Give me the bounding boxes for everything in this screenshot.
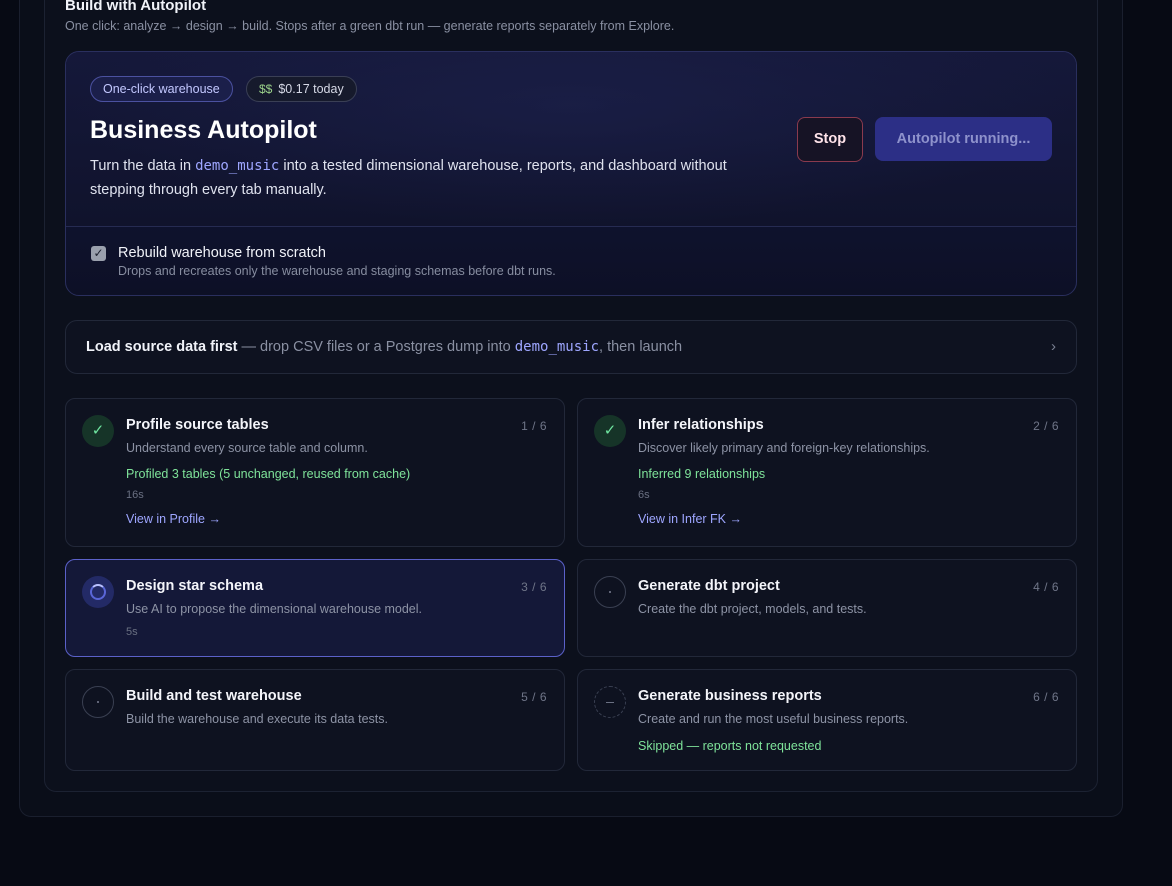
- step-title: Infer relationships: [638, 417, 764, 433]
- step-count: 4 / 6: [1033, 580, 1059, 594]
- database-name: demo_music: [195, 158, 280, 174]
- load-database-name: demo_music: [514, 339, 600, 355]
- step-title: Build and test warehouse: [126, 688, 302, 704]
- cost-pill: $$ $0.17 today: [246, 76, 357, 102]
- step-result: Profiled 3 tables (5 unchanged, reused f…: [126, 467, 411, 481]
- step-title: Generate dbt project: [638, 578, 780, 594]
- step-count: 5 / 6: [521, 690, 547, 704]
- step-duration: 5s: [126, 626, 138, 638]
- step-result: Skipped — reports not requested: [638, 739, 822, 753]
- step-description: Create the dbt project, models, and test…: [638, 602, 867, 616]
- step-result: Inferred 9 relationships: [638, 467, 766, 481]
- step-count: 2 / 6: [1033, 419, 1059, 433]
- step-duration: 16s: [126, 489, 144, 501]
- chevron-right-icon: ›: [1051, 338, 1056, 355]
- pending-icon: [594, 576, 626, 608]
- stop-button[interactable]: Stop: [797, 117, 863, 162]
- pending-icon: [82, 686, 114, 718]
- step-count: 1 / 6: [521, 419, 547, 433]
- step-card-design: Design star schema 3 / 6 Use AI to propo…: [65, 559, 565, 657]
- load-source-bar[interactable]: Load source data first — drop CSV files …: [65, 320, 1077, 374]
- step-card-infer: ✓ Infer relationships 2 / 6 Discover lik…: [577, 398, 1077, 547]
- hero-description: Turn the data in demo_music into a teste…: [90, 154, 750, 202]
- autopilot-running-button[interactable]: Autopilot running...: [875, 117, 1052, 161]
- section-title: Build with Autopilot: [65, 0, 207, 14]
- cost-label: $0.17 today: [278, 82, 344, 96]
- load-strong: Load source data first: [86, 339, 238, 355]
- load-after: , then launch: [599, 339, 683, 355]
- step-description: Discover likely primary and foreign-key …: [638, 441, 930, 455]
- mode-pill: One-click warehouse: [90, 76, 233, 102]
- rebuild-label[interactable]: Rebuild warehouse from scratch: [118, 245, 326, 261]
- step-count: 6 / 6: [1033, 690, 1059, 704]
- autopilot-hero-card: One-click warehouse $$ $0.17 today Busine…: [65, 51, 1077, 296]
- step-title: Generate business reports: [638, 688, 822, 704]
- step-count: 3 / 6: [521, 580, 547, 594]
- rebuild-checkbox[interactable]: ✓: [91, 246, 106, 261]
- load-source-text: Load source data first — drop CSV files …: [86, 339, 682, 355]
- hero-title: Business Autopilot: [90, 116, 317, 144]
- spinner-icon: [82, 576, 114, 608]
- load-before: — drop CSV files or a Postgres dump into: [237, 339, 515, 355]
- step-title: Profile source tables: [126, 417, 269, 433]
- check-icon: ✓: [594, 415, 626, 447]
- money-icon: $$: [259, 82, 273, 96]
- skipped-icon: [594, 686, 626, 718]
- view-in-profile-link[interactable]: View in Profile →: [126, 512, 221, 526]
- step-description: Build the warehouse and execute its data…: [126, 712, 388, 726]
- desc-before: Turn the data in: [90, 158, 196, 174]
- section-subtitle: One click: analyze → design → build. Sto…: [65, 19, 675, 33]
- step-card-build: Build and test warehouse 5 / 6 Build the…: [65, 669, 565, 771]
- view-in-infer-fk-link[interactable]: View in Infer FK →: [638, 512, 742, 526]
- step-title: Design star schema: [126, 578, 264, 594]
- step-duration: 6s: [638, 489, 650, 501]
- check-icon: ✓: [82, 415, 114, 447]
- step-description: Create and run the most useful business …: [638, 712, 909, 726]
- rebuild-sub: Drops and recreates only the warehouse a…: [118, 264, 556, 278]
- step-description: Use AI to propose the dimensional wareho…: [126, 602, 423, 616]
- step-card-dbt: Generate dbt project 4 / 6 Create the db…: [577, 559, 1077, 657]
- step-card-reports: Generate business reports 6 / 6 Create a…: [577, 669, 1077, 771]
- step-card-profile: ✓ Profile source tables 1 / 6 Understand…: [65, 398, 565, 547]
- step-description: Understand every source table and column…: [126, 441, 368, 455]
